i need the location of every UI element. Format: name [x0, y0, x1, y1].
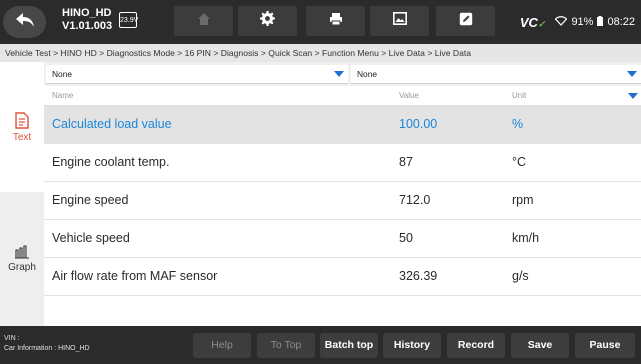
edit-icon	[459, 12, 473, 31]
home-icon	[197, 12, 211, 31]
back-icon	[15, 12, 35, 33]
left-dropdown[interactable]: None	[46, 65, 348, 84]
top-bar: HINO_HD V1.01.003 23.9V VC✓ 91% 08:22	[0, 0, 641, 44]
vci-status: VC✓	[520, 15, 546, 30]
row-name: Engine speed	[52, 193, 129, 207]
back-button[interactable]	[3, 6, 46, 38]
chevron-down-icon	[334, 71, 344, 77]
row-value: 100.00	[399, 117, 438, 131]
row-value: 87	[399, 155, 413, 169]
row-unit: %	[512, 117, 524, 131]
print-button[interactable]	[306, 6, 365, 36]
column-header-unit: Unit	[512, 91, 527, 100]
text-view-tab[interactable]: Text	[0, 62, 44, 192]
print-icon	[329, 12, 343, 31]
chevron-down-icon	[627, 71, 637, 77]
row-unit: km/h	[512, 231, 540, 245]
table-row[interactable]: Calculated load value 100.00 %	[44, 106, 641, 144]
live-data-table: Calculated load value 100.00 % Engine co…	[44, 106, 641, 296]
row-name: Calculated load value	[52, 117, 172, 131]
app-version: V1.01.003	[62, 20, 113, 32]
settings-icon	[260, 11, 275, 31]
history-button[interactable]: History	[383, 333, 441, 358]
record-button[interactable]: Record	[447, 333, 505, 358]
row-name: Vehicle speed	[52, 231, 130, 245]
screenshot-button[interactable]	[370, 6, 429, 36]
row-value: 326.39	[399, 269, 438, 283]
bottom-bar: VIN : Car Information : HINO_HD Help To …	[0, 326, 641, 364]
row-name: Air flow rate from MAF sensor	[52, 269, 218, 283]
home-button[interactable]	[174, 6, 233, 36]
wifi-icon	[555, 15, 568, 29]
status-area: VC✓ 91% 08:22	[520, 0, 635, 44]
column-header-value: Value	[399, 91, 419, 100]
table-row[interactable]: Vehicle speed 50 km/h	[44, 220, 641, 258]
image-icon	[392, 12, 407, 30]
voltage-badge: 23.9V	[119, 12, 138, 28]
right-dropdown[interactable]: None	[351, 65, 641, 84]
graph-view-tab[interactable]: Graph	[0, 192, 44, 326]
vci-connected-icon: ✓	[537, 18, 546, 29]
row-unit: °C	[512, 155, 527, 169]
app-title: HINO_HD V1.01.003	[62, 7, 112, 33]
row-value: 50	[399, 231, 413, 245]
row-value: 712.0	[399, 193, 431, 207]
chevron-down-icon[interactable]	[628, 93, 638, 99]
edit-button[interactable]	[436, 6, 495, 36]
left-dropdown-value: None	[52, 69, 73, 79]
table-row[interactable]: Engine coolant temp. 87 °C	[44, 144, 641, 182]
breadcrumb: Vehicle Test > HINO HD > Diagnostics Mod…	[0, 44, 641, 62]
row-unit: rpm	[512, 193, 534, 207]
help-button[interactable]: Help	[193, 333, 251, 358]
row-unit: g/s	[512, 269, 529, 283]
batch-top-button[interactable]: Batch top	[320, 333, 378, 358]
vin-label: VIN :	[4, 335, 20, 342]
pause-button[interactable]: Pause	[575, 333, 635, 358]
column-header-name: Name	[52, 91, 74, 100]
graph-view-label: Graph	[8, 262, 36, 273]
vehicle-info: VIN : Car Information : HINO_HD	[4, 334, 90, 354]
battery-percent: 91%	[571, 16, 594, 28]
document-icon	[15, 111, 29, 132]
car-information: Car Information : HINO_HD	[4, 345, 90, 352]
text-view-label: Text	[12, 131, 32, 143]
clock: 08:22	[607, 16, 635, 28]
row-name: Engine coolant temp.	[52, 155, 170, 169]
settings-button[interactable]	[238, 6, 297, 36]
right-dropdown-value: None	[357, 69, 378, 79]
save-button[interactable]: Save	[511, 333, 569, 358]
vehicle-name: HINO_HD	[62, 7, 112, 19]
table-header: Name Value Unit	[44, 86, 641, 106]
to-top-button[interactable]: To Top	[257, 333, 315, 358]
vci-label: VC	[519, 14, 538, 30]
table-row[interactable]: Engine speed 712.0 rpm	[44, 182, 641, 220]
graph-icon	[14, 245, 30, 262]
filter-row: None None	[44, 62, 641, 86]
battery-icon	[597, 15, 604, 29]
view-mode-panel: Text Graph	[0, 62, 44, 326]
table-row[interactable]: Air flow rate from MAF sensor 326.39 g/s	[44, 258, 641, 296]
